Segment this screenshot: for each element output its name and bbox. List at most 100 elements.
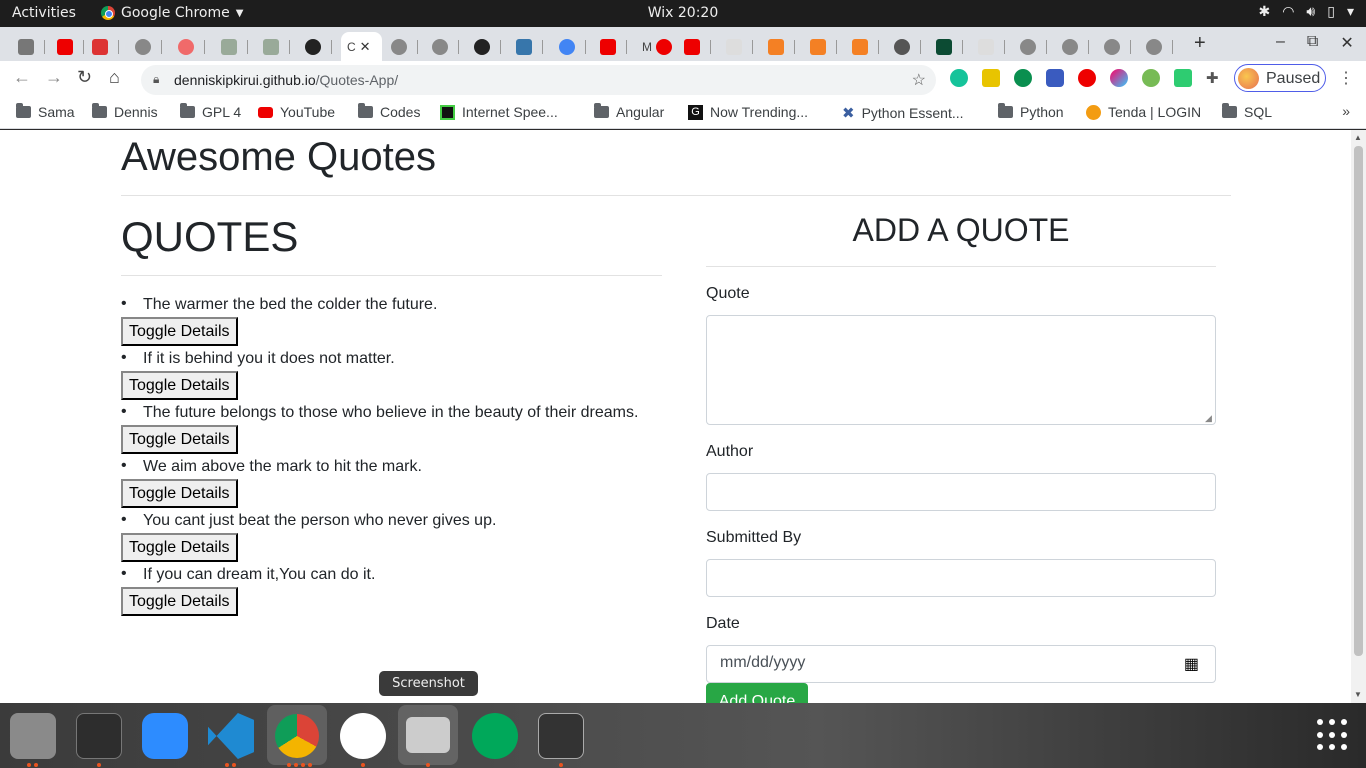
system-tray[interactable]: ✱ ◠ 🔊︎ ▯ ▾: [1258, 4, 1354, 20]
tab[interactable]: [978, 32, 1005, 61]
tab[interactable]: [221, 32, 248, 61]
show-applications-icon[interactable]: [1317, 719, 1349, 751]
new-tab-button[interactable]: +: [1194, 32, 1206, 55]
page-scrollbar[interactable]: ▲ ▼: [1351, 130, 1366, 703]
tab-active[interactable]: C ✕: [341, 32, 382, 61]
zoom-icon[interactable]: [142, 713, 188, 759]
heart-icon[interactable]: [1110, 69, 1128, 87]
bookmark-youtube[interactable]: YouTube: [258, 104, 335, 120]
toggle-details-button[interactable]: Toggle Details: [121, 587, 238, 616]
submitted-by-input[interactable]: [706, 559, 1216, 597]
profile-button[interactable]: Paused: [1234, 64, 1326, 92]
bookmark-sama[interactable]: Sama: [16, 103, 75, 120]
bookmark-python-essentials[interactable]: ✖ Python Essent...: [842, 104, 964, 122]
slack-tray-icon[interactable]: ✱: [1258, 4, 1270, 20]
chrome-dock-item[interactable]: [267, 705, 327, 765]
tab[interactable]: [305, 32, 332, 61]
chrome-icon: [275, 714, 319, 758]
author-input[interactable]: [706, 473, 1216, 511]
tab[interactable]: [600, 32, 627, 61]
tab[interactable]: [18, 32, 45, 61]
power-menu-icon[interactable]: ▾: [1347, 4, 1354, 20]
calendar-icon[interactable]: ▦: [1184, 654, 1199, 674]
inbox-icon[interactable]: [1174, 69, 1192, 87]
tab[interactable]: [57, 32, 84, 61]
toggle-details-button[interactable]: Toggle Details: [121, 533, 238, 562]
bookmark-gpl4[interactable]: GPL 4: [180, 103, 241, 120]
tab[interactable]: [684, 32, 711, 61]
quote-textarea[interactable]: [706, 315, 1216, 425]
tab[interactable]: [474, 32, 501, 61]
vscode-icon[interactable]: [208, 713, 254, 759]
close-tab-icon[interactable]: ✕: [360, 39, 371, 55]
tab[interactable]: [92, 32, 119, 61]
slack-icon[interactable]: [340, 713, 386, 759]
reload-icon[interactable]: ↻: [77, 67, 92, 88]
more-menu-icon[interactable]: ⋮: [1338, 68, 1354, 88]
files-icon[interactable]: [10, 713, 56, 759]
date-input[interactable]: mm/dd/yyyy ▦: [706, 645, 1216, 683]
address-bar[interactable]: 🔒︎ denniskipkirui.github.io/Quotes-App/ …: [141, 65, 936, 95]
toggle-details-button[interactable]: Toggle Details: [121, 425, 238, 454]
tab[interactable]: [810, 32, 837, 61]
hangouts-icon[interactable]: [472, 713, 518, 759]
bookmark-codes[interactable]: Codes: [358, 103, 420, 120]
terminal-icon[interactable]: [76, 713, 122, 759]
video-editor-icon[interactable]: [538, 713, 584, 759]
home-icon[interactable]: ⌂: [109, 67, 120, 88]
minimize-icon[interactable]: –: [1276, 33, 1285, 53]
bookmark-sql[interactable]: SQL: [1222, 103, 1272, 120]
bookmark-now-trending[interactable]: G Now Trending...: [688, 104, 808, 120]
bookmark-star-icon[interactable]: ☆: [912, 70, 926, 90]
tab[interactable]: [726, 32, 753, 61]
tab[interactable]: [516, 32, 543, 61]
scrollbar-thumb[interactable]: [1354, 146, 1363, 656]
tab[interactable]: [178, 32, 205, 61]
puzzle-icon[interactable]: ✚: [1206, 69, 1224, 87]
bookmark-tenda[interactable]: Tenda | LOGIN: [1086, 104, 1201, 120]
toggle-details-button[interactable]: Toggle Details: [121, 371, 238, 400]
resize-handle-icon[interactable]: ◢: [1205, 413, 1212, 424]
back-icon[interactable]: ←: [13, 67, 31, 88]
stackoverflow-icon: [768, 38, 784, 55]
extension-icon[interactable]: [982, 69, 1000, 87]
tab[interactable]: [135, 32, 162, 61]
tab[interactable]: [1104, 32, 1131, 61]
tab[interactable]: [936, 32, 963, 61]
lock-icon[interactable]: 🔒︎: [153, 72, 159, 87]
toggle-details-button[interactable]: Toggle Details: [121, 317, 238, 346]
extension-icon[interactable]: [1046, 69, 1064, 87]
extension-icon[interactable]: [1142, 69, 1160, 87]
chat-bubble-icon[interactable]: [1014, 69, 1032, 87]
more-bookmarks-icon[interactable]: »: [1342, 103, 1350, 119]
tab[interactable]: [1146, 32, 1173, 61]
restore-icon[interactable]: ⧉: [1307, 33, 1318, 53]
bookmark-python[interactable]: Python: [998, 103, 1064, 120]
clock[interactable]: Wix 20:20: [0, 5, 1366, 21]
add-quote-button[interactable]: Add Quote: [706, 683, 808, 703]
bookmark-dennis[interactable]: Dennis: [92, 103, 158, 120]
tab[interactable]: [432, 32, 459, 61]
tab[interactable]: [1062, 32, 1089, 61]
tab[interactable]: [559, 32, 586, 61]
page-viewport: Awesome Quotes QUOTES The warmer the bed…: [0, 130, 1366, 703]
tab[interactable]: [768, 32, 795, 61]
close-window-icon[interactable]: ✕: [1340, 33, 1353, 53]
scroll-down-icon[interactable]: ▼: [1354, 690, 1362, 699]
forward-icon[interactable]: →: [45, 67, 63, 88]
tab[interactable]: [391, 32, 418, 61]
toggle-details-button[interactable]: Toggle Details: [121, 479, 238, 508]
tab[interactable]: [894, 32, 921, 61]
screenshot-dock-item[interactable]: [398, 705, 458, 765]
tab[interactable]: M: [642, 32, 672, 61]
tab[interactable]: [1020, 32, 1047, 61]
globe-icon: [1020, 38, 1036, 55]
bookmark-internet-speed[interactable]: Internet Spee...: [440, 104, 558, 120]
scroll-up-icon[interactable]: ▲: [1354, 133, 1362, 142]
tab[interactable]: [263, 32, 290, 61]
bookmark-angular[interactable]: Angular: [594, 103, 664, 120]
wifi-icon: ◠: [1282, 4, 1295, 20]
adblock-icon[interactable]: [1078, 69, 1096, 87]
grammarly-icon[interactable]: [950, 69, 968, 87]
tab[interactable]: [852, 32, 879, 61]
